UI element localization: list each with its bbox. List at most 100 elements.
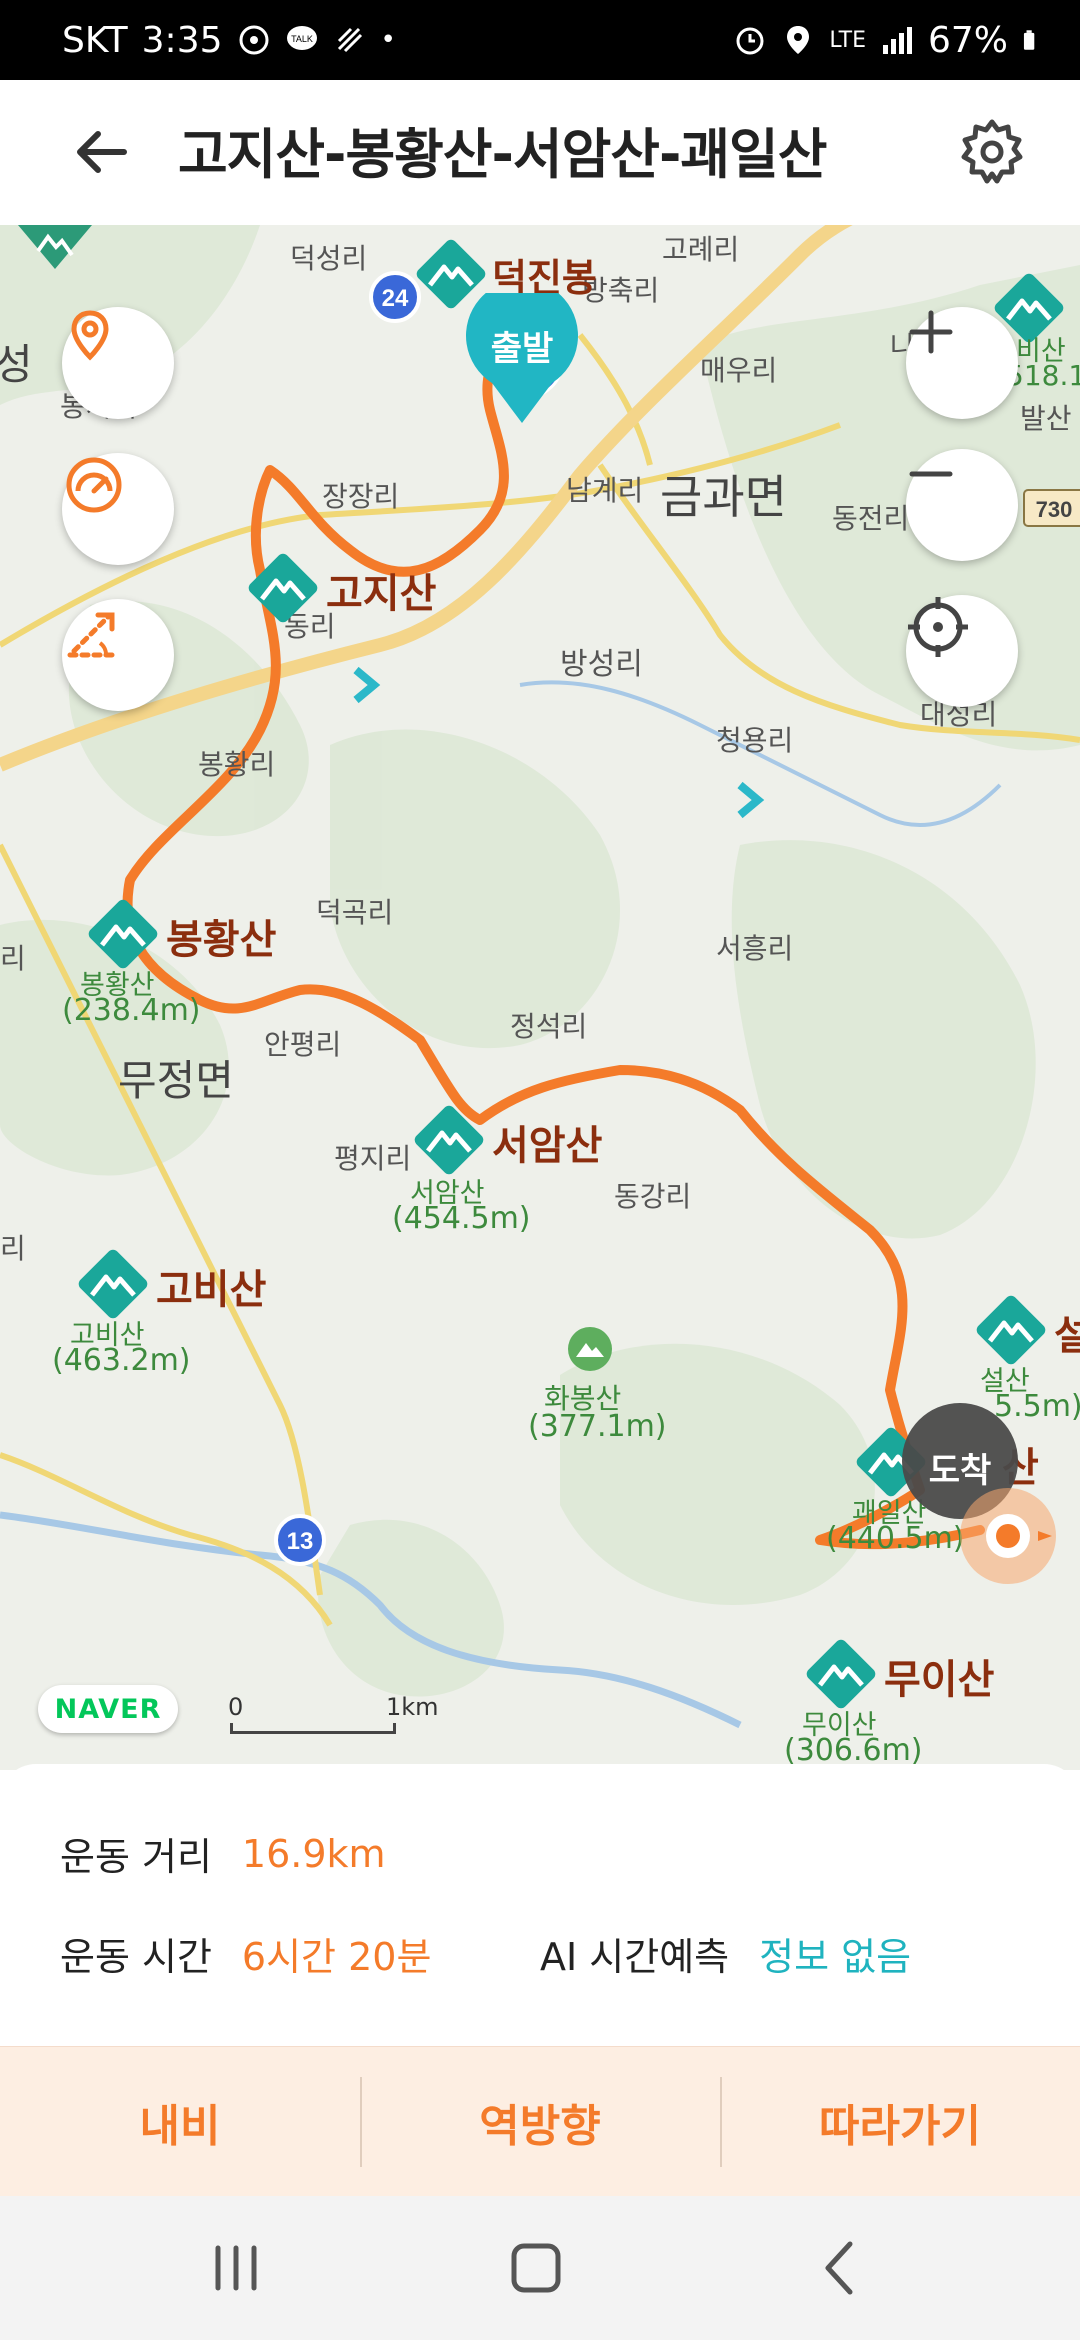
place-label: 봉황리 (198, 748, 276, 781)
scale-bar (230, 1723, 396, 1734)
gear-icon[interactable] (954, 114, 1030, 190)
back-arrow-icon[interactable] (64, 114, 140, 190)
follow-button[interactable]: 따라가기 (720, 2047, 1080, 2197)
peak-name: 봉황산 (166, 917, 277, 963)
peak-height: (238.4m) (62, 993, 201, 1028)
mountain-icon (78, 1249, 148, 1319)
place-label: 안평리 (264, 1028, 342, 1061)
road-badge-13: 13 (274, 1514, 326, 1566)
place-label: 서흥리 (716, 932, 794, 965)
mountain-icon (568, 1327, 612, 1371)
current-position-icon (960, 1488, 1056, 1584)
status-bar: SKT 3:35 TALK • LTE 67% (0, 0, 1080, 80)
peak-height: (463.2m) (52, 1343, 191, 1378)
peak-height: (377.1m) (528, 1409, 667, 1444)
locate-button[interactable] (906, 595, 1018, 707)
place-label: 남계리 (566, 474, 644, 507)
road-badge-730: 730 (1023, 489, 1080, 527)
clock: 3:35 (141, 19, 223, 61)
naver-logo: NAVER (38, 1685, 178, 1733)
place-label: 발산 (1020, 402, 1072, 435)
place-label: 정석리 (510, 1010, 588, 1043)
current-location-button[interactable] (62, 307, 174, 419)
ai-estimate-row: AI 시간예측 정보 없음 (540, 1926, 911, 1981)
distance-value: 16.9km (241, 1831, 386, 1876)
peak-name: 무이산 (884, 1657, 995, 1703)
svg-text:TALK: TALK (291, 34, 313, 44)
peak-height: (454.5m) (392, 1201, 531, 1236)
distance-row: 운동 거리 16.9km (60, 1826, 386, 1881)
peak-name: 서암산 (492, 1123, 603, 1169)
distance-label: 운동 거리 (60, 1835, 212, 1879)
signal-sync-icon (337, 27, 362, 53)
mountain-icon (414, 1105, 484, 1175)
place-label: 무정면 (118, 1056, 234, 1105)
place-label: 덕곡리 (316, 896, 394, 929)
partial-mountain-icon (18, 225, 92, 269)
minus-icon (909, 471, 953, 477)
place-label: 고례리 (662, 233, 740, 266)
talk-icon: TALK (286, 26, 317, 50)
svg-text:13: 13 (287, 1528, 314, 1555)
place-label: 장장리 (322, 480, 400, 513)
mountain-icon (248, 553, 318, 623)
place-label: 덕성리 (290, 242, 368, 275)
carrier-label: SKT (62, 19, 128, 61)
crosshair-icon (908, 597, 968, 657)
home-icon[interactable] (500, 2232, 572, 2304)
place-label: 청용리 (716, 724, 794, 757)
time-row: 운동 시간 6시간 20분 (60, 1926, 431, 1981)
speedometer-icon (66, 457, 122, 513)
map-view[interactable]: 24 12 13 730 고례리 덕성리 방축리 매우리 봉서리 남계리 금과면… (0, 225, 1080, 1770)
zoom-in-button[interactable] (906, 307, 1018, 419)
back-icon[interactable] (806, 2232, 878, 2304)
mountain-icon (88, 899, 158, 969)
battery-icon (1023, 30, 1035, 50)
svg-text:24: 24 (382, 285, 409, 312)
scale-start: 0 (228, 1693, 244, 1721)
network-type: LTE (829, 27, 866, 53)
map-scale: 0 1km (228, 1693, 439, 1734)
place-label: 평지리 (334, 1142, 412, 1175)
speed-button[interactable] (62, 453, 174, 565)
alarm-icon (736, 27, 764, 55)
peak-name: 고비산 (156, 1267, 267, 1313)
slope-button[interactable] (62, 599, 174, 711)
peak-height: (306.6m) (784, 1733, 923, 1768)
slope-icon (67, 612, 121, 658)
cell-signal-icon (882, 27, 912, 54)
plus-icon (909, 310, 953, 354)
recent-apps-icon[interactable] (200, 2232, 272, 2304)
app-bar: 고지산-봉황산-서암산-괘일산 (0, 80, 1080, 226)
route-info-panel: 운동 거리 16.9km 운동 시간 6시간 20분 AI 시간예측 정보 없음 (0, 1764, 1080, 2040)
battery-percent: 67% (927, 19, 1008, 61)
location-pin-icon (71, 310, 109, 361)
mountain-icon (806, 1639, 876, 1709)
peak-name: 설산 (1054, 1313, 1080, 1359)
system-nav-bar (0, 2196, 1080, 2340)
scale-end: 1km (386, 1693, 439, 1721)
route-direction-icon (353, 666, 381, 704)
place-label: 성 (0, 340, 33, 389)
reverse-button[interactable]: 역방향 (360, 2047, 720, 2197)
place-label: 리 (0, 1232, 26, 1265)
ai-estimate-value: 정보 없음 (759, 1935, 912, 1979)
place-label: 동전리 (832, 502, 910, 535)
start-marker[interactable]: 출발 (462, 293, 582, 425)
place-label: 금과면 (660, 470, 787, 524)
notification-dot-icon: • (380, 25, 396, 55)
peak-height: (440.5m) (826, 1521, 965, 1556)
svg-text:730: 730 (1036, 497, 1073, 522)
time-value: 6시간 20분 (241, 1935, 432, 1979)
place-label: 동강리 (614, 1180, 692, 1213)
place-label: 리 (0, 942, 26, 975)
app-notification-icon (239, 25, 268, 55)
place-label: 매우리 (700, 354, 778, 387)
mountain-icon (976, 1295, 1046, 1365)
location-icon (787, 26, 810, 54)
place-label: 방성리 (560, 647, 643, 682)
navi-button[interactable]: 내비 (0, 2047, 360, 2197)
route-direction-icon (737, 781, 765, 819)
peak-name: 고지산 (326, 571, 437, 617)
zoom-out-button[interactable] (906, 449, 1018, 561)
